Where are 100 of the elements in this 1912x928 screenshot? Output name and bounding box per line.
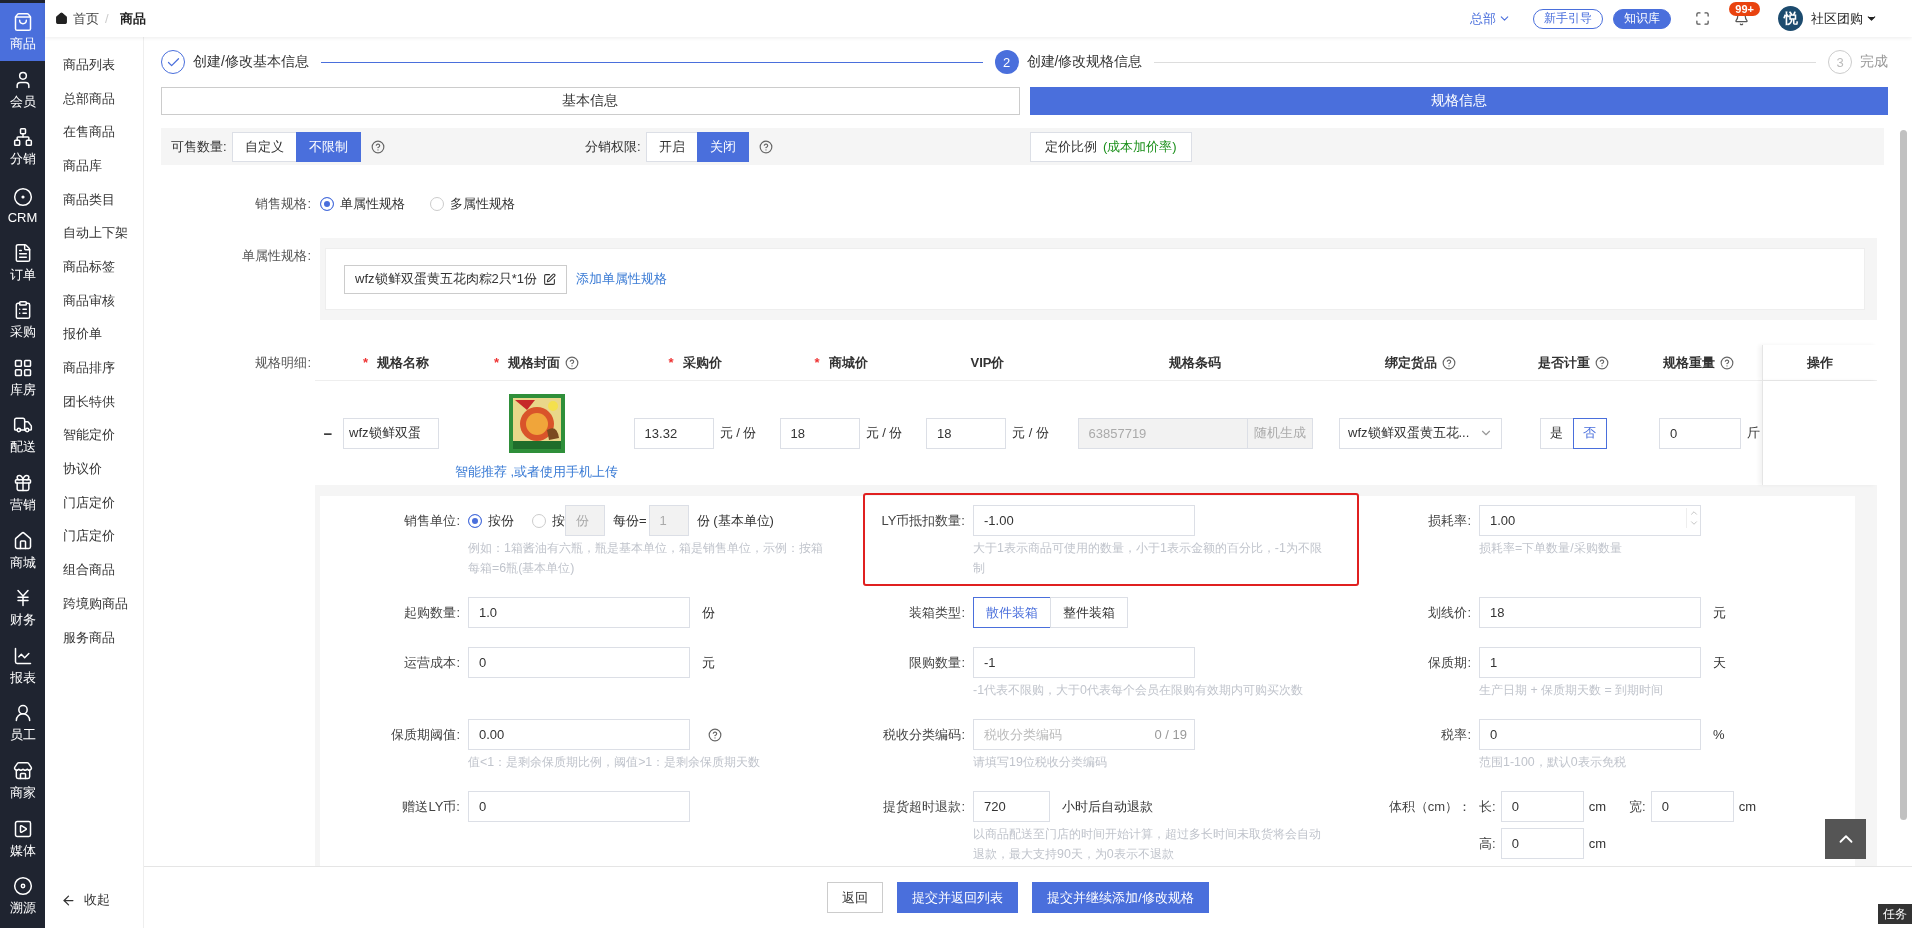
input-field[interactable]: 0	[468, 647, 690, 678]
column-header: 是否计重	[1512, 345, 1634, 380]
price-field[interactable]: 18	[779, 417, 860, 449]
unit-label: %	[1713, 727, 1725, 742]
submenu-item[interactable]: 报价单	[45, 317, 143, 352]
base-unit: 份 (基本单位)	[696, 511, 774, 530]
submenu-item[interactable]: 商品标签	[45, 250, 143, 284]
rail-item[interactable]: 分销	[0, 118, 45, 176]
rail-item[interactable]: 会员	[0, 60, 45, 119]
spec-chip[interactable]: wfz锁鲜双蛋黄五花肉粽2只*1份	[344, 264, 568, 294]
collapse-button[interactable]: 收起	[45, 890, 143, 910]
knowledge-button[interactable]: 知识库	[1613, 8, 1672, 29]
guide-button[interactable]: 新手引导	[1533, 8, 1604, 29]
submenu-item[interactable]: 商品库	[45, 149, 143, 183]
collapse-toggle[interactable]: −	[323, 424, 333, 442]
rail-item[interactable]: 报表	[0, 636, 45, 695]
breadcrumb-item[interactable]: 商品	[119, 9, 146, 28]
unit-label: 元 / 份	[865, 424, 903, 442]
dimension-field[interactable]: 0	[1500, 791, 1584, 822]
submenu-item[interactable]: 商品列表	[45, 48, 143, 82]
submenu-item[interactable]: 总部商品	[45, 81, 143, 116]
field-label: 起购数量:	[403, 603, 460, 622]
org-dropdown[interactable]: 总部	[1470, 9, 1512, 28]
rail-item[interactable]: CRM	[0, 175, 45, 234]
submenu-item[interactable]: 智能定价	[45, 418, 143, 453]
field-label: 提货超时退款:	[882, 797, 965, 816]
rail-item[interactable]: 员工	[0, 694, 45, 752]
unit-radio[interactable]: 按	[532, 511, 565, 530]
upload-link[interactable]: 智能推荐 ,或者使用手机上传	[454, 462, 619, 481]
input-field[interactable]: 0	[468, 791, 690, 822]
footer-button[interactable]: 提交并继续添加/修改规格	[1032, 882, 1209, 913]
submenu-item[interactable]: 服务商品	[45, 620, 143, 655]
input-field[interactable]: 0.00	[468, 719, 690, 750]
toggle-option[interactable]: 关闭	[696, 131, 749, 162]
unit-label: 小时后自动退款	[1062, 797, 1153, 816]
rail-item[interactable]: 库房	[0, 348, 45, 407]
submenu-item[interactable]: 商品类目	[45, 182, 143, 217]
footer-button[interactable]: 返回	[827, 882, 884, 913]
rail-item[interactable]: 溯源	[0, 866, 45, 925]
rail-item[interactable]: 财务	[0, 578, 45, 637]
spec-name-field[interactable]: wfz锁鲜双蛋	[343, 417, 439, 449]
spec-radio[interactable]: 单属性规格	[320, 195, 405, 213]
input-field[interactable]: 1.0	[468, 597, 690, 628]
home-icon	[55, 12, 68, 25]
tab[interactable]: 基本信息	[161, 87, 1020, 115]
rail-item[interactable]: 商城	[0, 521, 45, 579]
rail-item[interactable]: 采购	[0, 290, 45, 349]
weigh-option[interactable]: 是	[1539, 417, 1574, 449]
rail-item[interactable]: 订单	[0, 233, 45, 291]
rail-item[interactable]: 商品	[0, 3, 45, 61]
price-field[interactable]: 18	[926, 417, 1007, 449]
rail-item[interactable]: 营销	[0, 463, 45, 522]
input-field[interactable]: 18	[1479, 597, 1701, 628]
weigh-option[interactable]: 否	[1572, 417, 1607, 449]
spec-radio[interactable]: 多属性规格	[430, 195, 515, 213]
user-menu[interactable]: 社区团购	[1805, 8, 1884, 29]
footer-button[interactable]: 提交并返回列表	[897, 882, 1019, 913]
pricing-button[interactable]: 定价比例 (成本加价率)	[1030, 131, 1192, 162]
weight-field[interactable]: 0	[1659, 417, 1741, 449]
goods-select[interactable]: wfz锁鲜双蛋黄五花...	[1339, 417, 1502, 449]
packing-option[interactable]: 散件装箱	[973, 597, 1051, 628]
submenu-item[interactable]: 商品审核	[45, 283, 143, 318]
submenu-item[interactable]: 在售商品	[45, 115, 143, 150]
submenu-item[interactable]: 门店定价	[45, 519, 143, 554]
submenu-item[interactable]: 组合商品	[45, 553, 143, 587]
input-field[interactable]: 720	[973, 791, 1050, 822]
submenu-item[interactable]: 门店定价	[45, 485, 143, 520]
toggle-option[interactable]: 自定义	[231, 131, 297, 162]
scrollbar[interactable]	[1900, 130, 1907, 820]
input-field[interactable]: -1.00	[973, 505, 1195, 536]
input-field[interactable]: 1	[1479, 647, 1701, 678]
packing-option[interactable]: 整件装箱	[1050, 597, 1128, 628]
input-field[interactable]: -1	[973, 647, 1195, 678]
submenu-item[interactable]: 协议价	[45, 452, 143, 486]
task-tab[interactable]: 任务	[1878, 904, 1912, 924]
submenu-item[interactable]: 商品排序	[45, 351, 143, 385]
input-field[interactable]: 0	[1479, 719, 1701, 750]
tab[interactable]: 规格信息	[1029, 87, 1888, 115]
back-to-top-button[interactable]	[1825, 819, 1866, 859]
breadcrumb-item[interactable]: 首页	[73, 9, 99, 28]
input-field[interactable]: 1.00	[1479, 505, 1701, 536]
column-header: * 规格封面	[451, 345, 622, 380]
dimension-field[interactable]: 0	[1500, 828, 1584, 859]
rail-item[interactable]: 媒体	[0, 809, 45, 867]
submenu-item[interactable]: 团长特供	[45, 384, 143, 419]
rail-item[interactable]: 配送	[0, 406, 45, 464]
price-field[interactable]: 13.32	[633, 417, 714, 449]
submenu-item[interactable]: 跨境购商品	[45, 587, 143, 621]
unit-label: cm	[1588, 836, 1606, 851]
dimension-label: 高:	[1479, 834, 1496, 853]
fullscreen-icon[interactable]	[1695, 11, 1711, 26]
add-spec-link[interactable]: 添加单属性规格	[576, 270, 668, 288]
unit-radio[interactable]: 按份	[468, 511, 514, 530]
dimension-field[interactable]: 0	[1650, 791, 1734, 822]
submenu-item[interactable]: 自动上下架	[45, 216, 143, 251]
toggle-option[interactable]: 不限制	[295, 131, 361, 162]
rail-item[interactable]: 商家	[0, 751, 45, 810]
field-hint: 生产日期 + 保质期天数 = 到期时间	[1479, 682, 1665, 699]
unit-label: 份	[702, 603, 715, 622]
toggle-option[interactable]: 开启	[645, 131, 698, 162]
